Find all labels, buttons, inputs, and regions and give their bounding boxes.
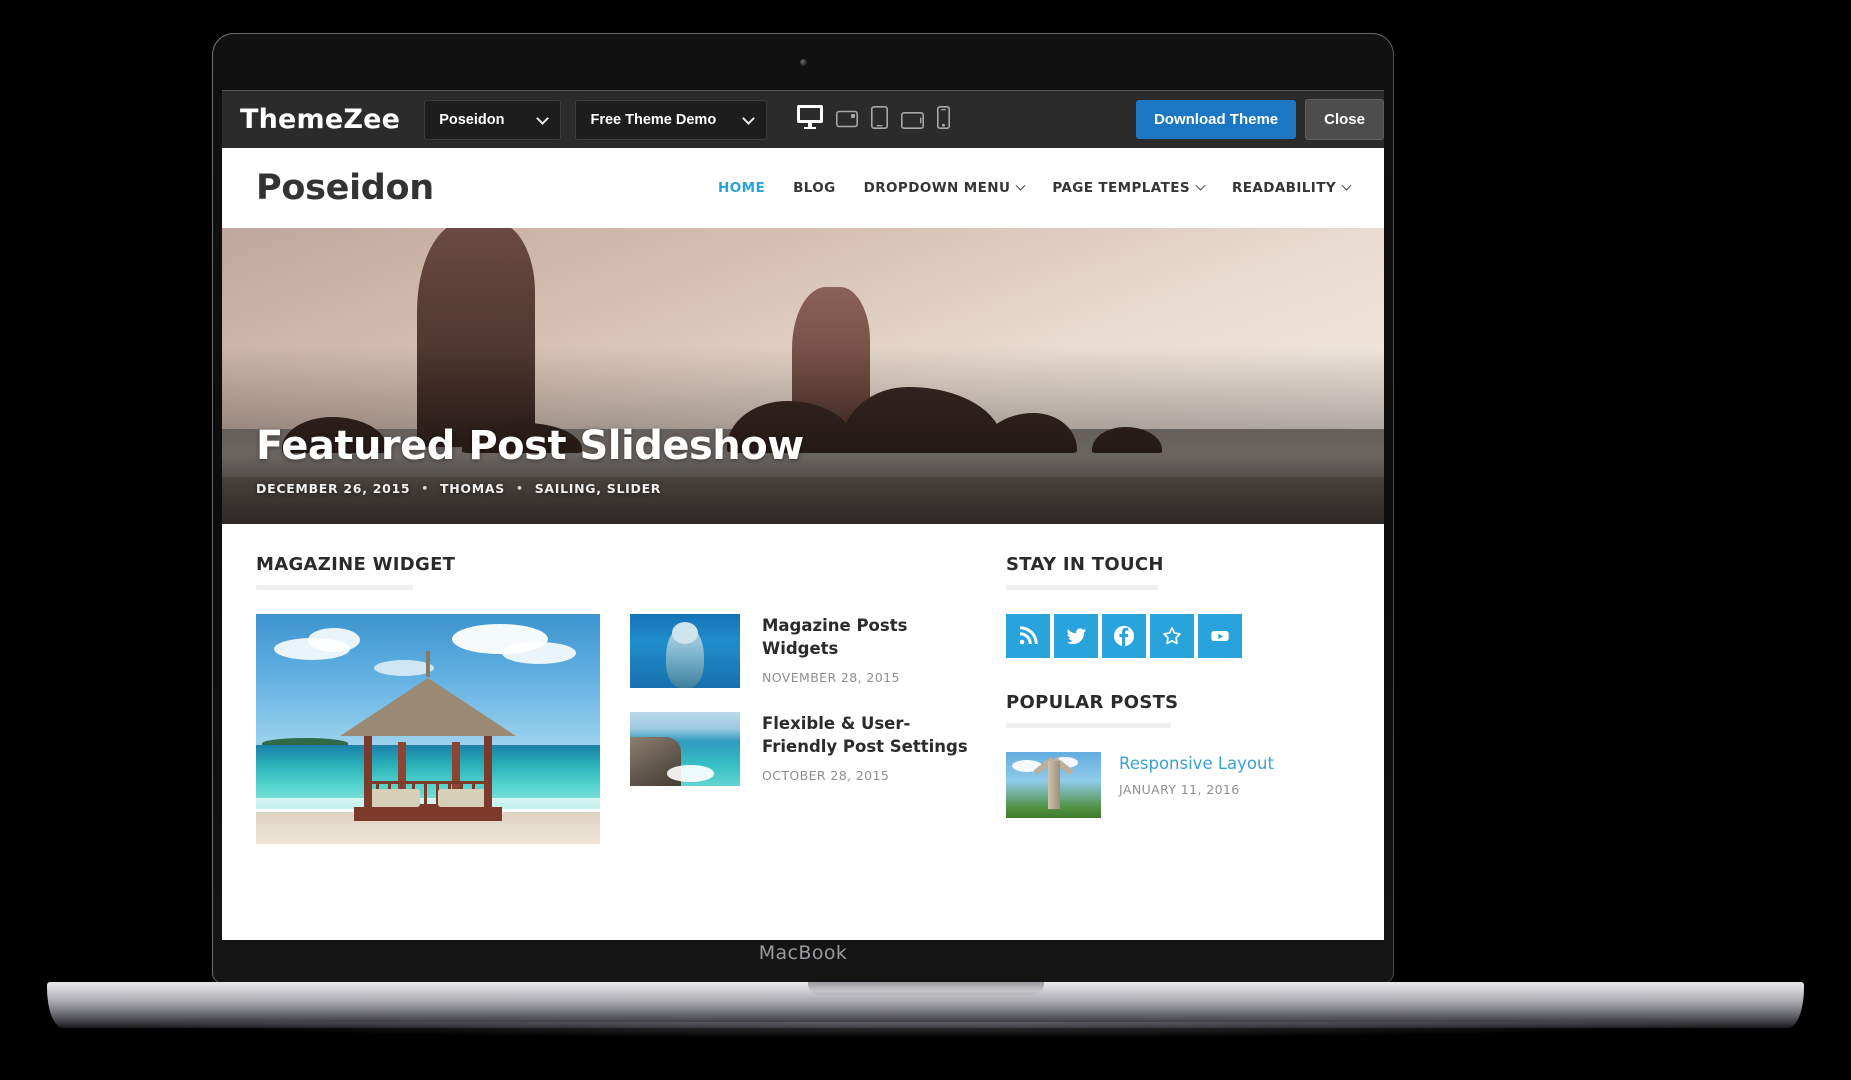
star-icon[interactable] — [1150, 614, 1194, 658]
laptop-base-shadow — [120, 1022, 1730, 1038]
hero-title[interactable]: Featured Post Slideshow — [256, 423, 1344, 469]
device-preview-switcher — [797, 105, 951, 134]
primary-navigation: HOME BLOG DROPDOWN MENU PAGE TEMPLATES R… — [718, 180, 1352, 196]
nav-item-blog[interactable]: BLOG — [793, 180, 836, 196]
chevron-down-icon — [536, 111, 550, 125]
post-date: NOVEMBER 28, 2015 — [762, 669, 900, 685]
totem-pole — [1047, 761, 1060, 809]
cloud — [308, 628, 360, 652]
list-item[interactable]: Flexible & User-Friendly Post Settings O… — [630, 712, 968, 786]
post-date: OCTOBER 28, 2015 — [762, 767, 890, 783]
nav-label: READABILITY — [1231, 180, 1336, 196]
magazine-widget-title: MAGAZINE WIDGET — [256, 554, 456, 575]
hut-cushion — [438, 789, 490, 807]
demo-select[interactable]: Free Theme Demo — [575, 99, 768, 140]
tablet-landscape-icon[interactable] — [901, 112, 925, 134]
screen-viewport: ThemeZee Poseidon Free Theme Demo Downlo… — [222, 90, 1384, 940]
site-title[interactable]: Poseidon — [256, 168, 434, 208]
macbook-mockup: MacBook ThemeZee Poseidon Free Theme Dem… — [0, 0, 1851, 1080]
demo-bar-actions: Download Theme Close — [1135, 99, 1384, 140]
twitter-icon[interactable] — [1054, 614, 1098, 658]
post-title[interactable]: Magazine Posts Widgets — [762, 614, 968, 661]
cloud — [374, 660, 434, 676]
sea-foam — [667, 765, 714, 782]
cloud — [502, 642, 576, 664]
nav-item-home[interactable]: HOME — [718, 180, 765, 196]
laptop-base-notch — [807, 982, 1044, 995]
hero-categories[interactable]: SAILING, SLIDER — [535, 481, 661, 496]
meta-separator-icon: • — [421, 482, 430, 495]
post-thumbnail-cliff[interactable] — [630, 712, 740, 786]
main-column: MAGAZINE WIDGET Magazine Posts Widgets N… — [256, 554, 968, 844]
post-thumbnail-dolphin[interactable] — [630, 614, 740, 688]
youtube-icon[interactable] — [1198, 614, 1242, 658]
mobile-icon[interactable] — [937, 106, 951, 134]
magazine-post-list: Magazine Posts Widgets NOVEMBER 28, 2015… — [630, 614, 968, 844]
post-date: JANUARY 11, 2016 — [1119, 782, 1240, 797]
chevron-down-icon — [742, 111, 756, 125]
theme-select-value: Poseidon — [439, 111, 505, 128]
post-thumbnail-totem[interactable] — [1006, 752, 1101, 818]
post-text: Flexible & User-Friendly Post Settings O… — [762, 712, 968, 783]
site-header: Poseidon HOME BLOG DROPDOWN MENU PAGE TE… — [222, 148, 1384, 228]
content-area: MAGAZINE WIDGET Magazine Posts Widgets N… — [222, 524, 1384, 844]
sidebar: STAY IN TOUCH POPULAR POSTS Responsive L… — [1006, 554, 1346, 844]
nav-item-page-templates[interactable]: PAGE TEMPLATES — [1052, 180, 1206, 196]
chevron-down-icon — [1195, 180, 1206, 191]
nav-label: PAGE TEMPLATES — [1052, 180, 1190, 196]
hero-caption: Featured Post Slideshow DECEMBER 26, 201… — [256, 423, 1344, 496]
stay-in-touch-title: STAY IN TOUCH — [1006, 554, 1164, 575]
theme-select[interactable]: Poseidon — [424, 99, 562, 140]
demo-select-value: Free Theme Demo — [590, 111, 717, 128]
list-item[interactable]: Responsive Layout JANUARY 11, 2016 — [1006, 752, 1346, 818]
download-theme-button[interactable]: Download Theme — [1135, 100, 1297, 139]
magazine-widget-body: Magazine Posts Widgets NOVEMBER 28, 2015… — [256, 614, 968, 844]
nav-label: DROPDOWN MENU — [863, 180, 1011, 196]
dolphin-head — [672, 622, 698, 644]
themezee-demo-bar: ThemeZee Poseidon Free Theme Demo Downlo… — [222, 90, 1384, 148]
post-title[interactable]: Flexible & User-Friendly Post Settings — [762, 712, 968, 759]
laptop-icon[interactable] — [836, 109, 859, 134]
magazine-featured-image[interactable] — [256, 614, 600, 844]
list-item[interactable]: Magazine Posts Widgets NOVEMBER 28, 2015 — [630, 614, 968, 688]
hut-cushion — [368, 789, 420, 807]
chevron-down-icon — [1341, 180, 1352, 191]
nav-label: HOME — [718, 180, 766, 196]
macbook-wordmark: MacBook — [758, 942, 848, 964]
nav-item-dropdown-menu[interactable]: DROPDOWN MENU — [863, 180, 1026, 196]
hut-deck — [354, 807, 502, 821]
title-underline — [256, 585, 413, 590]
hut-post — [364, 733, 372, 812]
hut-thatched-roof — [340, 678, 516, 737]
close-button[interactable]: Close — [1305, 99, 1384, 140]
post-text: Magazine Posts Widgets NOVEMBER 28, 2015 — [762, 614, 968, 685]
nav-item-readability[interactable]: READABILITY — [1231, 180, 1352, 196]
nav-label: BLOG — [793, 180, 836, 196]
tablet-portrait-icon[interactable] — [871, 106, 889, 134]
post-title[interactable]: Responsive Layout — [1119, 754, 1346, 773]
featured-post-slideshow[interactable]: Featured Post Slideshow DECEMBER 26, 201… — [222, 228, 1384, 524]
post-text: Responsive Layout JANUARY 11, 2016 — [1119, 752, 1346, 797]
title-underline — [1006, 585, 1158, 590]
hero-author[interactable]: THOMAS — [440, 481, 505, 496]
webcam-icon — [800, 59, 807, 66]
hut-spire — [426, 650, 430, 677]
meta-separator-icon: • — [515, 482, 524, 495]
social-links — [1006, 614, 1346, 658]
popular-posts-title: POPULAR POSTS — [1006, 692, 1179, 713]
themezee-logo[interactable]: ThemeZee — [240, 104, 400, 135]
chevron-down-icon — [1015, 180, 1026, 191]
hero-meta: DECEMBER 26, 2015 • THOMAS • SAILING, SL… — [256, 481, 1344, 496]
hero-date: DECEMBER 26, 2015 — [256, 481, 411, 496]
hut-post — [484, 733, 492, 812]
desktop-icon[interactable] — [797, 105, 824, 134]
facebook-icon[interactable] — [1102, 614, 1146, 658]
rss-icon[interactable] — [1006, 614, 1050, 658]
title-underline — [1006, 723, 1171, 728]
